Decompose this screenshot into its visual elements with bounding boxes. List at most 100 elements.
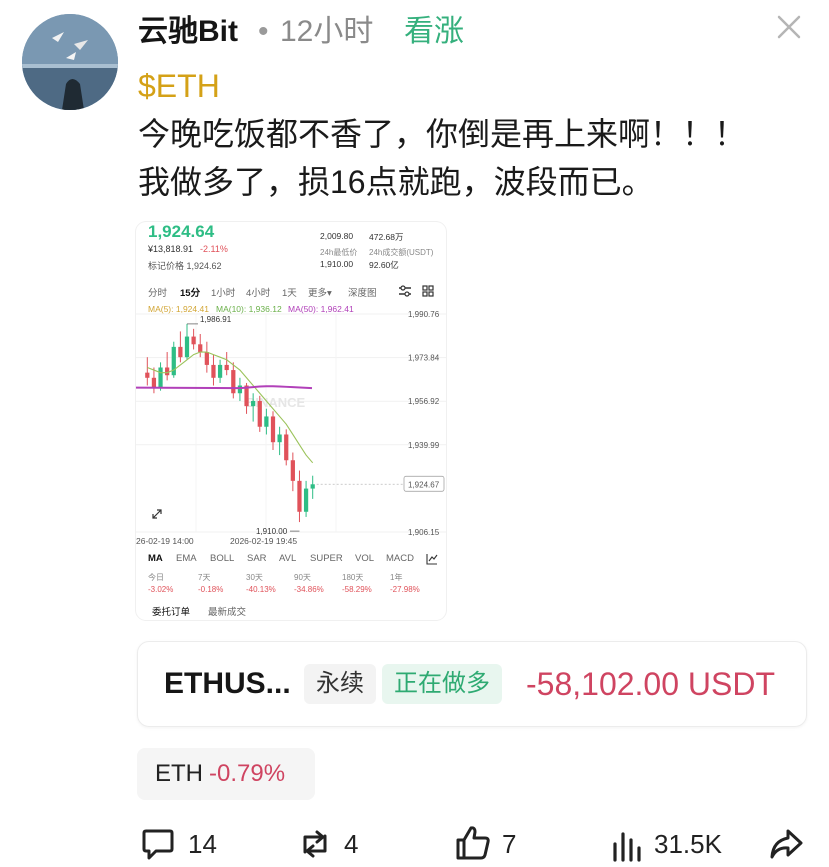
sentiment-badge: 看涨 [404, 15, 464, 48]
like-icon[interactable] [454, 824, 492, 867]
settings-icon[interactable] [398, 284, 412, 302]
comment-count: 14 [188, 829, 217, 859]
candle-body [270, 416, 276, 443]
candle-body [211, 364, 216, 378]
candle-body [290, 460, 295, 481]
candle-body [217, 364, 223, 378]
coin-tag[interactable]: $ETH [138, 66, 220, 106]
period-value: -40.13% [246, 585, 276, 594]
period-value: -0.18% [198, 585, 224, 594]
avatar[interactable] [22, 14, 118, 110]
position-symbol: ETHUS... [164, 667, 291, 700]
layout-icon[interactable] [422, 284, 434, 302]
indicator-tab[interactable]: SAR [247, 553, 267, 564]
contract-type-badge: 永续 [304, 664, 376, 704]
repost-count: 4 [344, 829, 359, 859]
interval-tab[interactable]: 15分 [180, 285, 200, 299]
period-value: -34.86% [294, 585, 324, 594]
stat-value: 92.60亿 [369, 260, 399, 270]
interval-tab[interactable]: 更多▾ [308, 285, 332, 299]
views-count: 31.5K [654, 829, 722, 859]
candle-body [178, 346, 183, 358]
candle-body [165, 367, 170, 376]
candle-body [198, 344, 203, 353]
y-tick-label: 1,990.76 [408, 310, 440, 319]
last-price: 1,924.64 [148, 222, 215, 241]
stat-value: 1,910.00 [320, 259, 354, 269]
high-label: 1,986.91 [200, 315, 232, 324]
interval-tab[interactable]: 1天 [282, 285, 297, 299]
chart-screenshot[interactable]: 1,924.64 ¥13,818.91 -2.11% 标记价格 1,924.62… [136, 222, 446, 620]
candle-body [297, 480, 302, 512]
tab-trades[interactable]: 最新成交 [208, 604, 246, 618]
y-tick-label: 1,973.84 [408, 354, 440, 363]
mark-price: 标记价格 1,924.62 [148, 261, 222, 271]
period-label: 30天 [246, 573, 263, 582]
period-value: -27.98% [390, 585, 420, 594]
indicator-tab[interactable]: MA [148, 553, 163, 564]
post-time: 12小时 [280, 15, 374, 48]
position-card[interactable]: ETHUS... 永续 正在做多 -58,102.00 USDT [137, 641, 807, 727]
x-tick: 2026-02-19 19:45 [230, 536, 298, 546]
candle-body [184, 336, 190, 358]
author-name[interactable]: 云驰Bit [138, 14, 238, 50]
x-tick: 26-02-19 14:00 [136, 536, 194, 546]
candle-body [264, 416, 269, 427]
candlestick-chart[interactable]: 1,990.76 1,973.84 1,956.92 1,939.99 1,924.67… [136, 302, 446, 542]
interval-tab[interactable]: 分时 [148, 285, 167, 299]
period-value: -3.02% [148, 585, 174, 594]
interval-tab[interactable]: 深度图 [348, 285, 377, 299]
candle-body [303, 488, 309, 512]
candle-body [310, 484, 315, 489]
cny-price: ¥13,818.91 [148, 244, 194, 254]
tab-orders[interactable]: 委托订单 [152, 604, 190, 618]
low-label: 1,910.00 [256, 527, 288, 536]
candle-body [251, 400, 256, 407]
indicator-tab[interactable]: BOLL [210, 553, 234, 564]
stat-value: 2,009.80 [320, 231, 354, 241]
indicator-tab[interactable]: VOL [355, 553, 374, 564]
candle-body [191, 336, 196, 345]
comment-icon[interactable] [140, 826, 176, 867]
candle-body [158, 367, 163, 389]
stat-label: 24h成交额(USDT) [369, 248, 434, 257]
position-pnl: -58,102.00 USDT [526, 666, 776, 702]
candle-body [284, 434, 289, 461]
indicator-settings-icon[interactable] [426, 552, 438, 570]
stat-value: 472.68万 [369, 232, 404, 242]
views-icon [610, 826, 646, 867]
interval-tab[interactable]: 4小时 [246, 285, 270, 299]
separator-dot: • [258, 15, 269, 48]
coin-chip-change: -0.79% [209, 760, 286, 787]
candle-body [145, 372, 150, 378]
indicator-tab[interactable]: MACD [386, 553, 414, 564]
coin-chip-symbol: ETH [155, 760, 203, 787]
y-tick-label: 1,906.15 [408, 528, 440, 537]
candle-body [231, 370, 236, 394]
period-label: 今日 [148, 573, 164, 582]
repost-icon[interactable] [296, 826, 334, 867]
expand-icon[interactable] [151, 507, 163, 525]
candle-body [224, 364, 229, 371]
candle-body [277, 434, 282, 443]
candle-body [151, 377, 157, 389]
candle-body [237, 385, 243, 394]
change-percent: -2.11% [200, 244, 228, 254]
period-label: 7天 [198, 573, 211, 582]
post-text-line1: 今晚吃饭都不香了，你倒是再上来啊！！！ [138, 116, 747, 152]
y-tick-label: 1,956.92 [408, 397, 440, 406]
indicator-tab[interactable]: EMA [176, 553, 197, 564]
coin-chip[interactable]: ETH -0.79% [137, 748, 315, 800]
indicator-tab[interactable]: SUPER [310, 553, 343, 564]
close-icon[interactable] [774, 12, 804, 42]
candle-body [257, 400, 262, 427]
stat-label: 24h最低价 [320, 248, 358, 257]
period-value: -58.29% [342, 585, 372, 594]
period-label: 1年 [390, 573, 403, 582]
interval-tab[interactable]: 1小时 [211, 285, 235, 299]
position-side-badge: 正在做多 [382, 664, 502, 704]
post-text-line2: 我做多了，损16点就跑，波段而已。 [138, 164, 654, 200]
indicator-tab[interactable]: AVL [279, 553, 296, 564]
share-icon[interactable] [768, 826, 804, 867]
period-label: 180天 [342, 573, 364, 582]
